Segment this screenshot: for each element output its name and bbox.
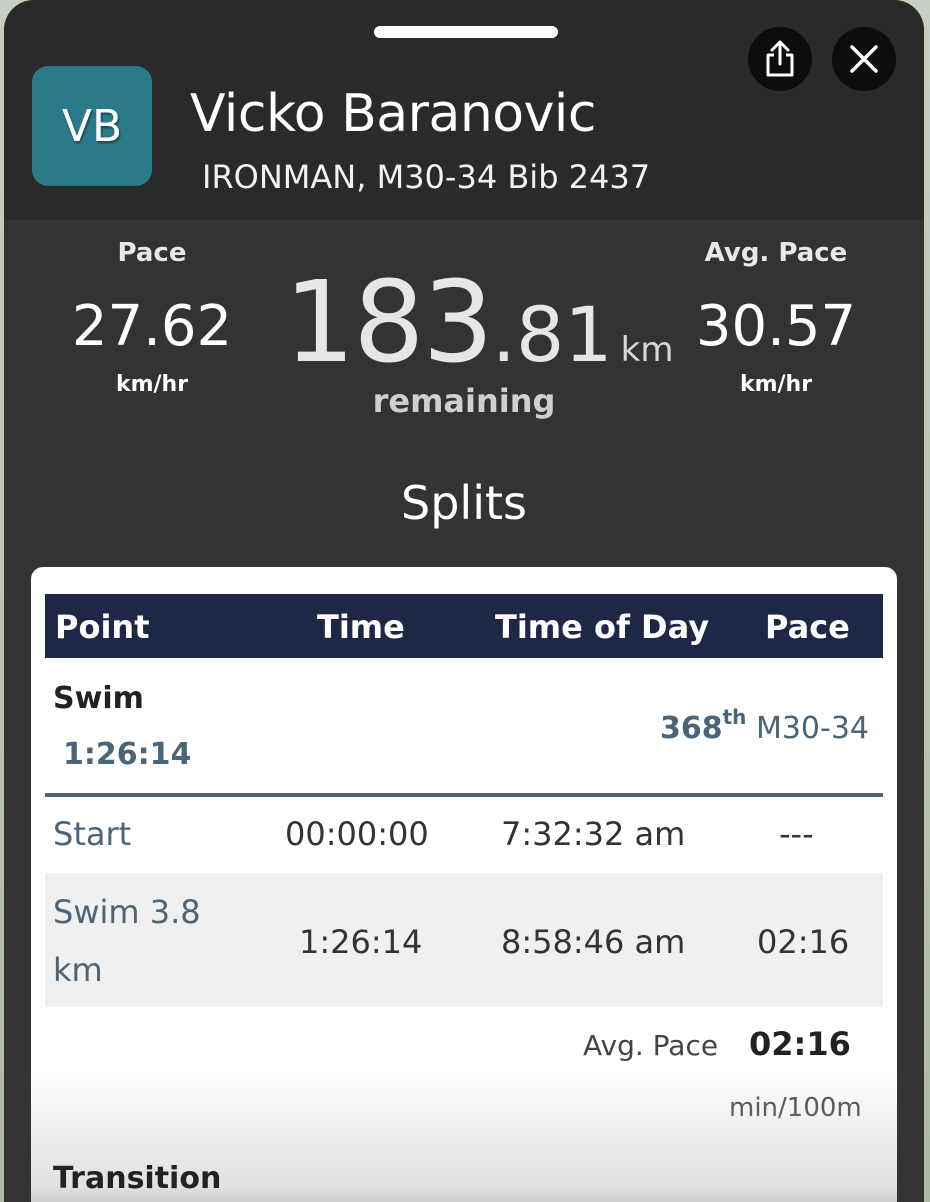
cell-time-of-day: 8:58:46 am: [501, 923, 686, 961]
table-row[interactable]: Start 00:00:00 7:32:32 am ---: [45, 797, 883, 873]
cell-pace: 02:16: [757, 923, 850, 961]
rank-number: 368: [659, 711, 723, 746]
athlete-detail-sheet: VB Vicko Baranovic IRONMAN, M30-34 Bib 2…: [4, 0, 924, 1202]
cell-time: 00:00:00: [285, 815, 429, 853]
avg-pace-unit: km/hr: [739, 372, 813, 397]
close-button[interactable]: [832, 27, 896, 91]
segment-avg-pace-unit: min/100m: [729, 1093, 862, 1123]
distance-remaining: 183.81 km: [284, 258, 673, 388]
segment-time: 1:26:14: [63, 737, 192, 772]
column-point: Point: [55, 608, 150, 646]
cell-point-line2: km: [53, 951, 103, 989]
remaining-label: remaining: [372, 382, 556, 420]
rank-division: M30-34: [755, 711, 869, 746]
remaining-integer: 183: [284, 258, 494, 388]
segment-avg-pace-label: Avg. Pace: [583, 1029, 719, 1062]
table-row[interactable]: Swim 3.8 km 1:26:14 8:58:46 am 02:16: [45, 873, 883, 1007]
cell-time-of-day: 7:32:32 am: [501, 815, 686, 853]
splits-card: Point Time Time of Day Pace Swim 1:26:14…: [31, 567, 897, 1202]
share-button[interactable]: [748, 27, 812, 91]
cell-point-line1: Swim 3.8: [53, 893, 201, 931]
pace-unit: km/hr: [115, 372, 189, 397]
athlete-race-info: IRONMAN, M30-34 Bib 2437: [202, 158, 651, 196]
cell-time: 1:26:14: [299, 923, 423, 961]
athlete-name: Vicko Baranovic: [190, 84, 596, 144]
athlete-header: VB Vicko Baranovic IRONMAN, M30-34 Bib 2…: [4, 0, 924, 220]
avatar: VB: [32, 66, 152, 186]
segment-name: Swim: [53, 681, 144, 716]
pace-label: Pace: [117, 238, 187, 268]
next-segment-name: Transition: [53, 1161, 222, 1196]
pace-value: 27.62: [71, 294, 233, 359]
remaining-unit: km: [620, 330, 674, 370]
remaining-decimal: .81: [491, 290, 613, 379]
splits-table-header: Point Time Time of Day Pace: [45, 594, 883, 658]
avg-pace-label: Avg. Pace: [704, 238, 848, 268]
segment-avg-pace-value: 02:16: [749, 1025, 851, 1063]
column-time-of-day: Time of Day: [495, 608, 710, 646]
rank-suffix: th: [722, 705, 747, 729]
share-icon: [766, 40, 794, 77]
avg-pace-value: 30.57: [695, 294, 857, 359]
column-pace: Pace: [765, 608, 850, 646]
division-rank: 368th M30-34: [659, 705, 869, 746]
avatar-initials: VB: [61, 100, 123, 152]
column-time: Time: [317, 608, 405, 646]
drag-handle[interactable]: [374, 26, 558, 38]
close-icon: [850, 45, 878, 73]
cell-pace: ---: [779, 815, 814, 853]
cell-point: Start: [53, 815, 132, 853]
splits-title: Splits: [401, 476, 527, 530]
